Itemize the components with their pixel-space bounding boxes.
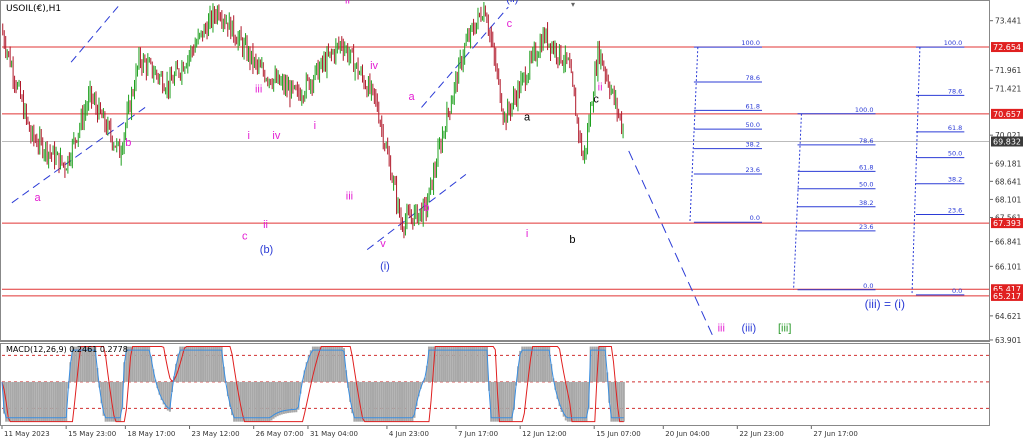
projection-equality-label: (iii) = (i)	[865, 297, 905, 311]
fib-level-label: 0.0	[863, 282, 873, 290]
fib-level-label: 23.6	[746, 166, 760, 174]
wave-label: iii	[346, 190, 353, 202]
time-tick-label: 26 May 07:00	[256, 430, 304, 438]
wave-label: c	[593, 93, 599, 105]
fib-level-label: 78.6	[948, 87, 962, 95]
price-tag: 70.657	[991, 108, 1023, 119]
time-tick-label: 7 Jun 17:00	[458, 430, 498, 438]
fib-level-label: 38.2	[746, 141, 760, 149]
wave-label: i	[248, 130, 250, 142]
time-tick-label: 12 Jun 12:00	[522, 430, 566, 438]
price-tick-label: 73.441	[995, 17, 1021, 26]
fib-level-label: 78.6	[859, 137, 873, 145]
chart-window[interactable]: 100.0 78.6 61.8 50.0 38.2 23.6 0.0 100.0 78.6 61.…	[0, 0, 1024, 441]
time-tick-label: 22 Jun 23:00	[739, 430, 783, 438]
time-tick-label: 18 May 17:00	[127, 430, 175, 438]
fib-level-label: 61.8	[746, 102, 760, 110]
wave-label: a	[524, 111, 531, 123]
wave-label: b	[125, 137, 131, 149]
price-tag: 72.654	[991, 42, 1023, 53]
fib-level-label: 0.0	[750, 214, 760, 222]
fib-level-label: 100.0	[741, 39, 760, 47]
macd-title: MACD(12,26,9) 0.2461 0.2778	[6, 345, 128, 354]
price-tick-label: 64.621	[995, 312, 1021, 321]
wave-label: (i)	[380, 261, 390, 273]
price-tag: 67.393	[991, 218, 1023, 229]
wave-label: (ii)	[506, 0, 518, 5]
fib-level-label: 50.0	[746, 121, 760, 129]
time-tick-label: 15 May 23:00	[68, 430, 116, 438]
fib-level-label: 23.6	[948, 207, 962, 215]
fib-level-label: 0.0	[952, 287, 962, 295]
price-tick-label: 68.101	[995, 195, 1021, 204]
wave-label: b	[423, 202, 429, 214]
price-tick-label: 68.641	[995, 177, 1021, 186]
time-tick-label: 15 Jun 07:00	[596, 430, 640, 438]
fib-level-label: 100.0	[855, 106, 874, 114]
fib-level-label: 100.0	[944, 39, 963, 47]
wave-label: i	[314, 120, 316, 132]
price-tick-label: 69.181	[995, 159, 1021, 168]
fib-level-label: 50.0	[948, 150, 962, 158]
projection-wave-label: [iii]	[778, 323, 791, 335]
wave-label: b	[569, 234, 575, 246]
fib-level-label: 23.6	[859, 223, 873, 231]
time-tick-label: 23 May 12:00	[192, 430, 240, 438]
wave-label: c	[242, 231, 248, 243]
price-tick-label: 66.841	[995, 238, 1021, 247]
fib-level-label: 38.2	[948, 176, 962, 184]
price-tag-label: 72.654	[993, 43, 1021, 52]
wave-label: i	[526, 228, 528, 240]
price-tag-label: 65.217	[993, 292, 1021, 301]
fib-level-label: 50.0	[859, 181, 873, 189]
wave-label: ii	[263, 219, 268, 231]
time-tick-label: 27 Jun 17:00	[813, 430, 857, 438]
wave-label: ii	[345, 0, 350, 7]
fib-level-label: 61.8	[948, 124, 962, 132]
wave-label: v	[380, 238, 386, 250]
price-tag: 65.217	[991, 290, 1023, 301]
time-tick-label: 20 Jun 04:00	[665, 430, 709, 438]
time-tick-label: 11 May 2023	[4, 430, 50, 438]
wave-label: iii	[255, 83, 262, 95]
wave-label: iv	[272, 130, 280, 142]
time-tick-label: 31 May 04:00	[310, 430, 358, 438]
price-tag-label: 67.393	[993, 219, 1021, 228]
wave-label: a	[409, 91, 416, 103]
fib-level-label: 38.2	[859, 199, 873, 207]
wave-label: (b)	[260, 244, 273, 256]
price-tag: 69.832	[991, 136, 1023, 147]
wave-label: ii	[598, 81, 603, 93]
projection-wave-label: iii	[718, 323, 725, 335]
fib-level-label: 61.8	[859, 163, 873, 171]
price-tick-label: 66.101	[995, 262, 1021, 271]
wave-label: iv	[370, 60, 378, 72]
price-tick-label: 71.961	[995, 66, 1021, 75]
price-tick-label: 63.901	[995, 336, 1021, 345]
time-tick-label: 4 Jun 23:00	[389, 430, 429, 438]
price-tag-label: 70.657	[993, 110, 1021, 119]
wave-label: a	[34, 192, 41, 204]
price-tick-label: 71.421	[995, 84, 1021, 93]
projection-wave-label: (iii)	[741, 323, 756, 335]
wave-label: c	[507, 18, 513, 30]
symbol-title: USOIL(€),H1	[6, 4, 61, 14]
fib-level-label: 78.6	[746, 74, 760, 82]
scroll-marker-icon[interactable]: ▾	[571, 0, 575, 9]
price-tag-label: 69.832	[993, 137, 1021, 146]
